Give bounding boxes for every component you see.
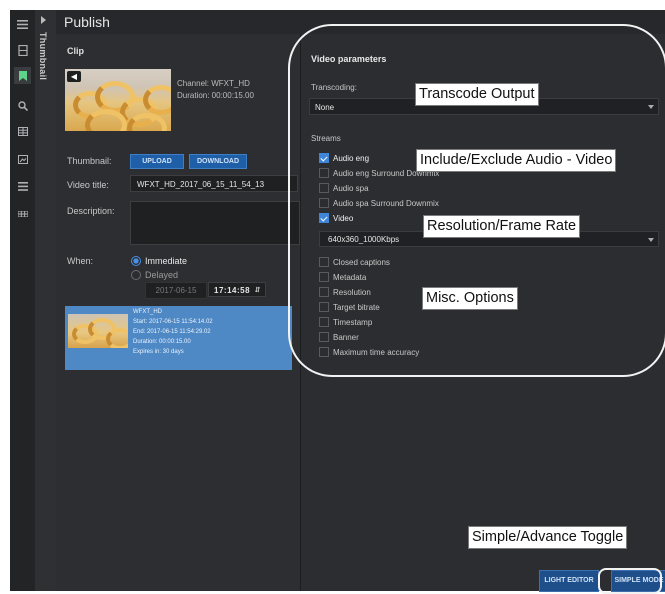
page-title: Publish [64, 14, 110, 30]
download-button[interactable]: DOWNLOAD [189, 154, 247, 169]
card-duration: Duration: 00:00:15.00 [133, 339, 191, 345]
description-label: Description: [67, 206, 115, 216]
table-icon[interactable] [14, 205, 31, 222]
immediate-label: Immediate [145, 256, 188, 266]
time-spinner-icon[interactable]: ⇵ [255, 283, 261, 298]
immediate-radio[interactable] [131, 256, 141, 266]
film-icon[interactable] [14, 42, 31, 59]
search-icon[interactable] [14, 97, 31, 114]
delayed-radio[interactable] [131, 270, 141, 280]
card-name: WFXT_HD [133, 309, 162, 315]
callout-resolution: Resolution/Frame Rate [423, 215, 581, 238]
list-icon[interactable] [14, 178, 31, 195]
light-editor-button[interactable]: LIGHT EDITOR [539, 570, 599, 592]
callout-transcode-output: Transcode Output [415, 83, 539, 106]
video-title-label: Video title: [67, 180, 109, 190]
menu-icon[interactable] [14, 16, 31, 33]
when-label: When: [67, 256, 94, 266]
delayed-time-value: 17:14:58 [214, 286, 251, 295]
thumbnail-tab-label: Thumbnail [38, 32, 48, 81]
thumbnail-label: Thumbnail: [67, 156, 112, 166]
parameters-highlight-outline [288, 24, 665, 377]
callout-simple-advance-toggle: Simple/Advance Toggle [468, 526, 628, 549]
clip-channel: Channel: WFXT_HD [177, 79, 250, 88]
toggle-highlight-outline [598, 568, 662, 594]
image-icon[interactable] [14, 151, 31, 168]
card-start: Start: 2017-06-15 11:54:14.02 [133, 319, 213, 325]
delayed-date-input[interactable]: 2017-06-15 [145, 282, 207, 299]
callout-misc-options: Misc. Options [422, 287, 518, 310]
thumbnail-sidebar[interactable]: Thumbnail [35, 10, 57, 591]
description-textarea[interactable] [130, 201, 300, 245]
clip-heading: Clip [67, 46, 84, 56]
clip-thumbnail: ◀ [65, 69, 171, 131]
card-thumbnail [68, 314, 128, 348]
card-expires: Expires in: 30 days [133, 349, 184, 355]
back-arrow-icon[interactable]: ◀ [67, 71, 81, 82]
card-end: End: 2017-06-15 11:54:29.02 [133, 329, 211, 335]
delayed-label: Delayed [145, 270, 179, 280]
bookmark-icon[interactable] [14, 67, 31, 84]
clip-card[interactable]: WFXT_HD Start: 2017-06-15 11:54:14.02 En… [65, 306, 292, 370]
icon-rail [10, 10, 35, 591]
upload-button[interactable]: UPLOAD [130, 154, 184, 169]
grid-icon[interactable] [14, 123, 31, 140]
clip-duration: Duration: 00:00:15.00 [177, 91, 254, 100]
expand-arrow-icon[interactable] [41, 16, 46, 24]
clip-panel: Clip ◀ Channel: WFXT_HD Duration: 00:00:… [56, 34, 300, 591]
video-title-input[interactable]: WFXT_HD_2017_06_15_11_54_13 [130, 175, 298, 192]
delayed-time-input[interactable]: 17:14:58 ⇵ [208, 282, 266, 297]
callout-include-exclude: Include/Exclude Audio - Video [416, 149, 617, 172]
